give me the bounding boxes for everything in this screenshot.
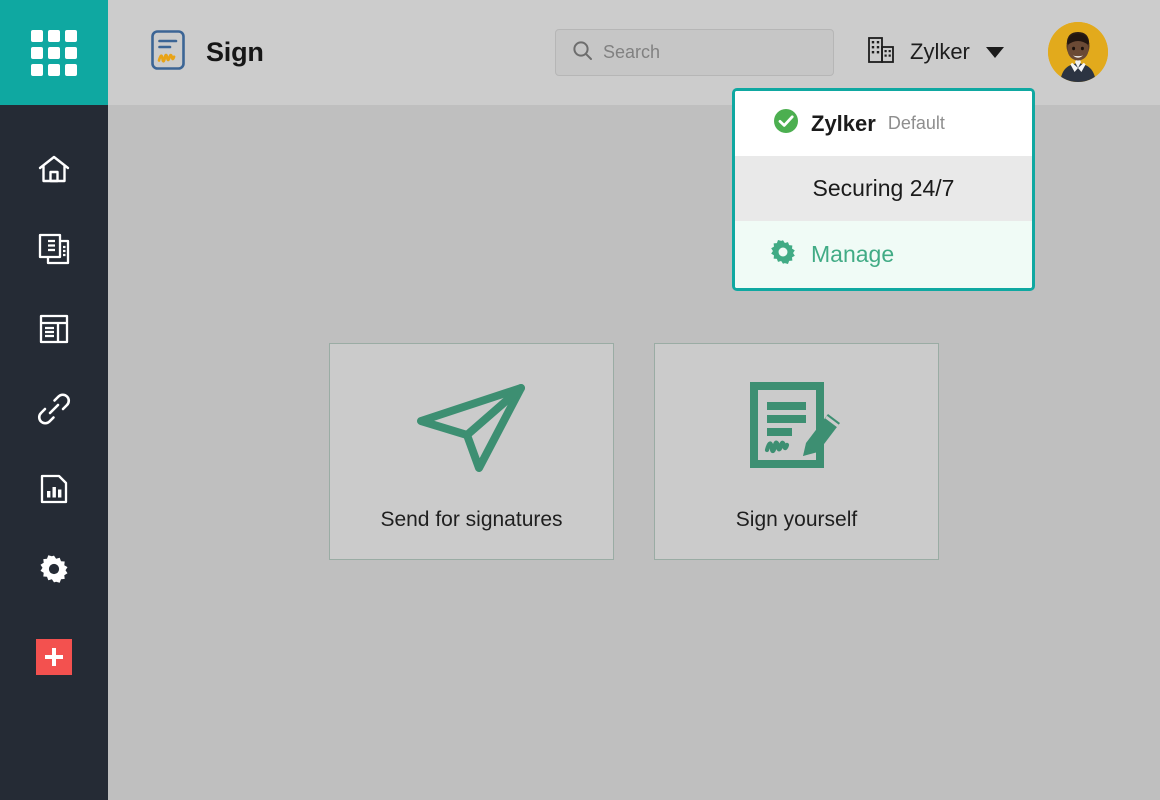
sidebar-item-documents[interactable] bbox=[0, 209, 108, 289]
brand[interactable]: Sign bbox=[144, 26, 264, 79]
home-icon bbox=[37, 153, 71, 185]
create-button-wrap bbox=[0, 609, 108, 705]
dropdown-manage-label: Manage bbox=[811, 241, 895, 267]
sign-document-logo-icon bbox=[144, 26, 192, 79]
settings-gear-icon bbox=[38, 553, 70, 585]
card-send-for-signatures[interactable]: Send for signatures bbox=[329, 343, 614, 560]
dropdown-item-organization[interactable]: Zylker Default bbox=[735, 91, 1032, 156]
sidebar-item-home[interactable] bbox=[0, 129, 108, 209]
avatar[interactable] bbox=[1048, 22, 1108, 82]
documents-icon bbox=[37, 232, 71, 266]
app-switcher-button[interactable] bbox=[0, 0, 108, 105]
reports-icon bbox=[38, 473, 70, 505]
search-icon bbox=[572, 40, 593, 66]
paper-plane-icon bbox=[413, 378, 531, 474]
org-dropdown-menu: Zylker Default Securing 24/7 Manage bbox=[732, 88, 1035, 291]
sidebar-item-templates[interactable] bbox=[0, 289, 108, 369]
chevron-down-icon bbox=[985, 46, 1004, 58]
card-label: Sign yourself bbox=[735, 508, 858, 531]
dropdown-org-name: Zylker bbox=[811, 110, 876, 136]
sign-document-pencil-icon bbox=[748, 378, 846, 474]
card-label: Send for signatures bbox=[380, 508, 563, 531]
left-sidebar bbox=[0, 0, 108, 800]
sidebar-item-reports[interactable] bbox=[0, 449, 108, 529]
dropdown-item-manage[interactable]: Manage bbox=[735, 221, 1032, 288]
sidebar-item-links[interactable] bbox=[0, 369, 108, 449]
link-icon bbox=[37, 392, 71, 426]
action-cards: Send for signatures Sign yourself bbox=[329, 343, 939, 560]
templates-icon bbox=[38, 313, 70, 345]
org-picker-label: Zylker bbox=[910, 39, 970, 64]
create-button[interactable] bbox=[36, 639, 72, 675]
search-input[interactable] bbox=[603, 42, 803, 63]
sidebar-nav bbox=[0, 105, 108, 609]
search-box[interactable] bbox=[555, 29, 834, 76]
gear-icon bbox=[769, 238, 797, 271]
page-title: Sign bbox=[206, 37, 264, 67]
sidebar-item-settings[interactable] bbox=[0, 529, 108, 609]
building-icon bbox=[865, 34, 897, 71]
card-sign-yourself[interactable]: Sign yourself bbox=[654, 343, 939, 560]
dropdown-secondary-label: Securing 24/7 bbox=[812, 175, 955, 201]
app-root: Sign Search Zylker Send for signatures S… bbox=[0, 0, 1160, 800]
dropdown-item-secondary[interactable]: Securing 24/7 bbox=[735, 156, 1032, 221]
check-circle-icon bbox=[773, 108, 799, 139]
grid-apps-icon bbox=[31, 29, 77, 76]
dropdown-org-default-badge: Default bbox=[887, 113, 945, 133]
org-picker[interactable]: Zylker bbox=[865, 28, 1004, 76]
